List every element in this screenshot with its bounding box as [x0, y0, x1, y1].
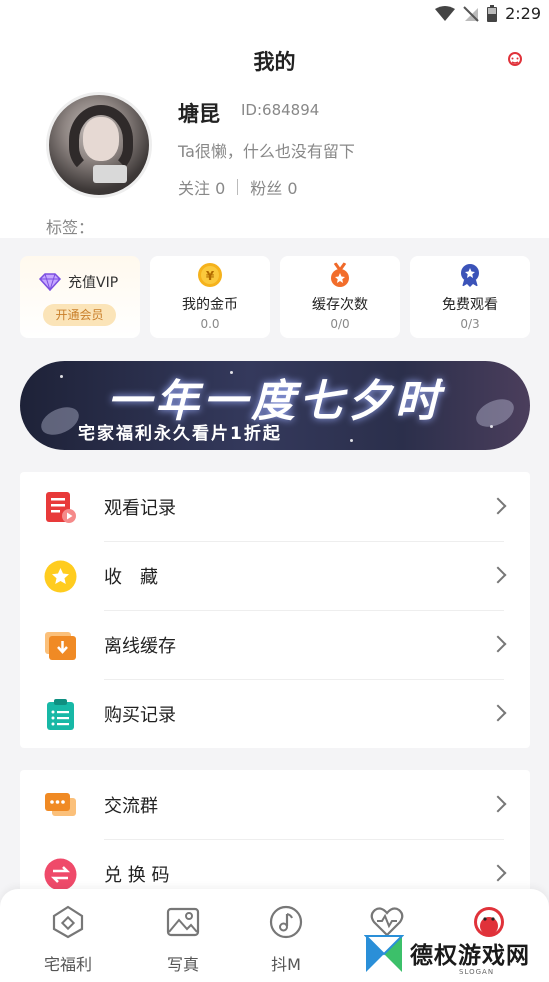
chevron-right-icon	[489, 864, 507, 882]
watermark: 德权游戏网 SLOGAN	[364, 932, 536, 978]
chevron-right-icon	[489, 704, 507, 722]
followers-count[interactable]: 粉丝 0	[250, 175, 297, 199]
chat-icon	[45, 793, 76, 816]
music-icon	[269, 905, 303, 939]
user-id: ID:684894	[241, 101, 320, 119]
nav-item-home[interactable]: 宅福利	[28, 905, 108, 975]
status-icons: 2:29	[435, 4, 541, 23]
menu-group-secondary: 交流群 兑 换 码	[20, 770, 530, 908]
menu-label-offline-cache: 离线缓存	[104, 636, 176, 657]
promo-banner[interactable]: 一年一度七夕时 宅家福利永久看片1折起	[20, 361, 530, 450]
nav-item-photos[interactable]: 写真	[143, 905, 223, 975]
menu-label-redeem-code: 兑 换 码	[104, 865, 170, 886]
nav-label-music: 抖M	[271, 955, 301, 974]
free-watch-label: 免费观看	[442, 297, 498, 313]
home-icon	[52, 905, 84, 939]
svg-text:¥: ¥	[206, 269, 215, 283]
diamond-icon	[38, 273, 62, 291]
follow-stats: 关注 0 粉丝 0	[178, 175, 298, 199]
page-title: 我的	[253, 50, 296, 74]
nav-label-home: 宅福利	[43, 955, 92, 974]
open-vip-button[interactable]: 开通会员	[43, 304, 116, 326]
menu-item-group-chat[interactable]: 交流群	[20, 770, 530, 839]
divider	[237, 179, 239, 195]
badge-icon	[461, 264, 479, 287]
coins-label: 我的金币	[182, 297, 238, 313]
banner-star	[350, 439, 353, 442]
chevron-right-icon	[489, 635, 507, 653]
status-time: 2:29	[505, 4, 541, 23]
medal-icon	[331, 262, 349, 287]
vip-card[interactable]: 充值VIP 开通会员	[20, 256, 140, 338]
menu-item-history[interactable]: 观看记录	[20, 472, 530, 541]
cache-card[interactable]: 缓存次数 0/0	[280, 256, 400, 338]
battery-icon	[487, 5, 498, 22]
vip-row: 充值VIP	[38, 272, 118, 292]
coins-card[interactable]: ¥ 我的金币 0.0	[150, 256, 270, 338]
nav-item-music[interactable]: 抖M	[246, 905, 326, 975]
user-bio: Ta很懒，什么也没有留下	[178, 142, 355, 161]
menu-label-group-chat: 交流群	[104, 796, 158, 817]
chevron-right-icon	[489, 497, 507, 515]
free-watch-value: 0/3	[460, 317, 480, 331]
star-icon	[44, 560, 77, 593]
menu-label-favorites: 收 藏	[104, 567, 158, 588]
username: 塘昆	[178, 102, 220, 126]
no-signal-icon	[463, 5, 479, 22]
cache-label: 缓存次数	[312, 297, 368, 313]
exchange-icon	[44, 858, 77, 891]
tags-label: 标签：	[46, 218, 95, 237]
menu-group-primary: 观看记录 收 藏 离线缓存 购买记录	[20, 472, 530, 748]
download-icon	[45, 632, 76, 660]
menu-item-purchase-history[interactable]: 购买记录	[20, 679, 530, 748]
avatar[interactable]	[46, 92, 152, 198]
watermark-logo-icon	[364, 935, 404, 972]
coins-value: 0.0	[200, 317, 220, 331]
chevron-right-icon	[489, 795, 507, 813]
profile-header: 我的 塘昆 ID:684894 Ta很懒，什么也没有留下 关注 0 粉丝 0 标…	[0, 28, 549, 238]
vip-label: 充值VIP	[68, 275, 119, 291]
history-icon	[46, 492, 76, 523]
wifi-icon	[435, 5, 456, 21]
status-bar: 2:29	[0, 0, 549, 28]
coin-icon: ¥	[198, 263, 222, 287]
free-watch-card[interactable]: 免费观看 0/3	[410, 256, 530, 338]
menu-item-favorites[interactable]: 收 藏	[20, 541, 530, 610]
watermark-slogan: SLOGAN	[459, 968, 495, 976]
nav-label-photos: 写真	[166, 955, 199, 974]
following-count[interactable]: 关注 0	[178, 175, 225, 199]
menu-label-purchase-history: 购买记录	[104, 705, 176, 726]
watermark-text: 德权游戏网	[410, 943, 530, 969]
image-icon	[166, 907, 200, 937]
banner-subtitle: 宅家福利永久看片1折起	[78, 424, 282, 444]
avatar-phone	[93, 165, 127, 183]
menu-label-history: 观看记录	[104, 498, 176, 519]
message-icon[interactable]	[507, 52, 523, 66]
chevron-right-icon	[489, 566, 507, 584]
cache-value: 0/0	[330, 317, 350, 331]
menu-item-offline-cache[interactable]: 离线缓存	[20, 610, 530, 679]
avatar-face	[83, 117, 119, 161]
quick-cards: 充值VIP 开通会员 ¥ 我的金币 0.0 缓存次数 0/0 免费观看 0/3	[20, 256, 530, 338]
clipboard-icon	[47, 699, 74, 730]
